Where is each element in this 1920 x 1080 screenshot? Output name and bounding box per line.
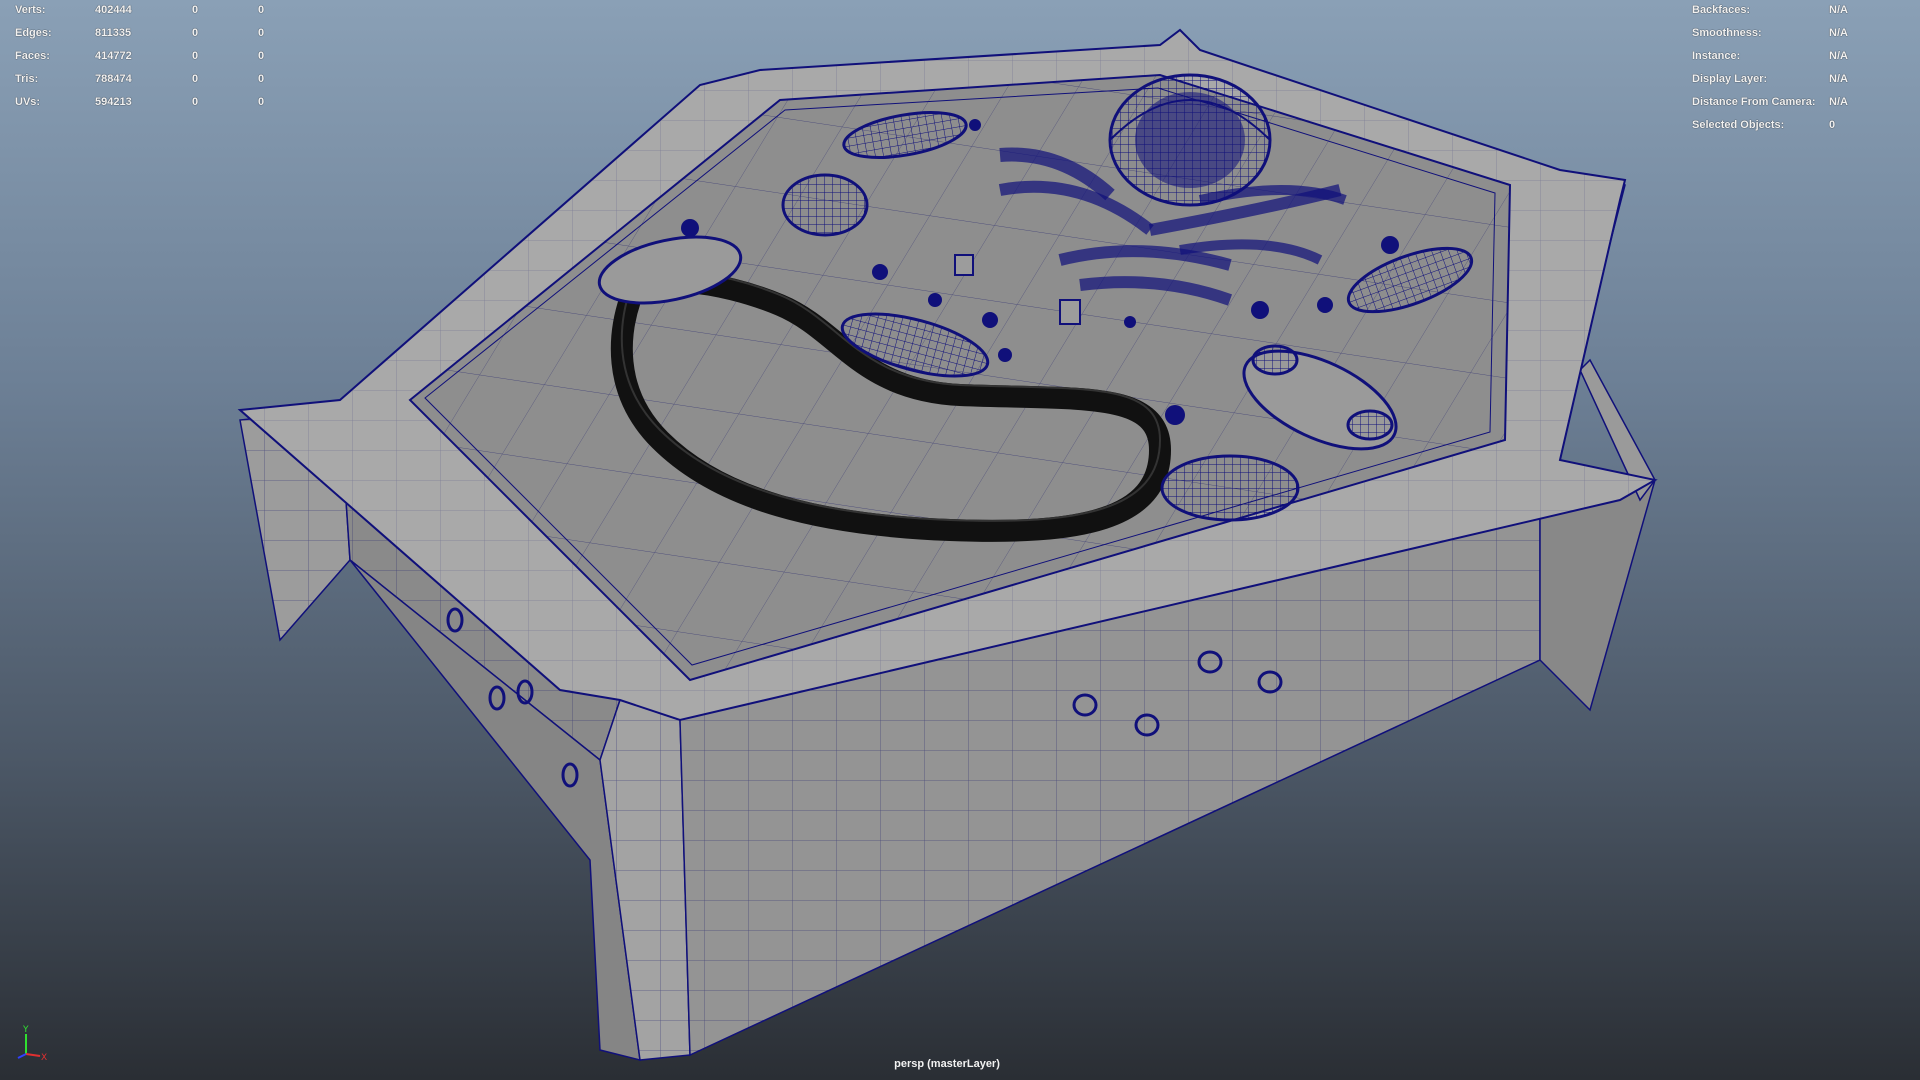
hud-label: Selected Objects: <box>1692 119 1785 131</box>
hud-selected: 0 <box>192 96 199 108</box>
hud-selected: 0 <box>192 50 199 62</box>
hud-label: Verts: <box>15 4 46 16</box>
hud-value: N/A <box>1829 73 1848 85</box>
hud-label: UVs: <box>15 96 41 108</box>
viewport-3d[interactable]: Verts: 402444 0 0 Edges: 811335 0 0 Face… <box>0 0 1920 1080</box>
hud-uv: 0 <box>258 27 265 39</box>
hud-value: 811335 <box>95 27 132 39</box>
hud-value: 0 <box>1829 119 1836 131</box>
hud-selected: 0 <box>192 4 199 16</box>
hud-label: Tris: <box>15 73 39 85</box>
hud-uv: 0 <box>258 4 265 16</box>
hud-label: Edges: <box>15 27 52 39</box>
hud-label: Backfaces: <box>1692 4 1751 16</box>
hud-value: N/A <box>1829 96 1848 108</box>
hud-uv: 0 <box>258 96 265 108</box>
hud-selected: 0 <box>192 27 199 39</box>
hud-label: Display Layer: <box>1692 73 1768 85</box>
hud-uv: 0 <box>258 73 265 85</box>
axis-gizmo-icon: Y X <box>17 1025 47 1062</box>
plant-cell-wireframe-model[interactable] <box>0 0 1920 1080</box>
hud-value: N/A <box>1829 4 1848 16</box>
hud-value: 414772 <box>95 50 132 62</box>
hud-value: 788474 <box>95 73 132 85</box>
hud-value: N/A <box>1829 27 1848 39</box>
axis-y-label: Y <box>22 1025 29 1035</box>
hud-uv: 0 <box>258 50 265 62</box>
hud-value: N/A <box>1829 50 1848 62</box>
hud-label: Faces: <box>15 50 50 62</box>
hud-selected: 0 <box>192 73 199 85</box>
hud-label: Instance: <box>1692 50 1741 62</box>
camera-label: persp (masterLayer) <box>894 1058 1000 1070</box>
hud-value: 402444 <box>95 4 132 16</box>
hud-label: Distance From Camera: <box>1692 96 1816 108</box>
hud-value: 594213 <box>95 96 132 108</box>
nucleus <box>1108 73 1272 207</box>
hud-label: Smoothness: <box>1692 27 1762 39</box>
